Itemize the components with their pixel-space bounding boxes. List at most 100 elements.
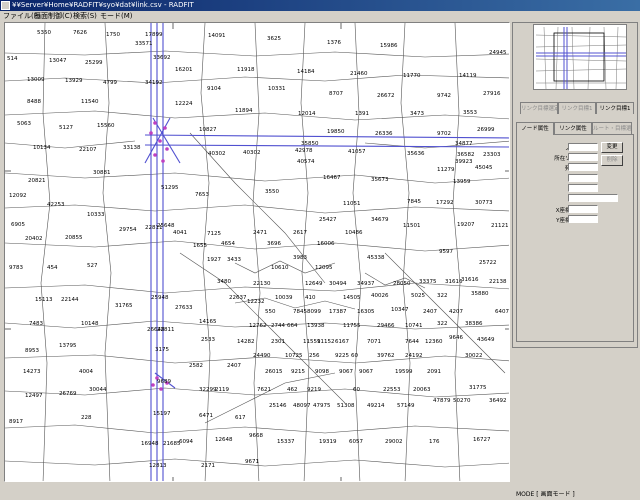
node-label[interactable]: 34679 <box>371 217 389 223</box>
node-label[interactable]: 14282 <box>237 339 255 345</box>
node-label[interactable]: 12497 <box>25 393 43 399</box>
node-label[interactable]: 12014 <box>298 111 316 117</box>
node-label[interactable]: 1927 <box>207 257 221 263</box>
node-label[interactable]: 2744 <box>271 323 285 329</box>
node-label[interactable]: 10347 <box>391 307 409 313</box>
node-label[interactable]: 26999 <box>477 127 495 133</box>
node-label[interactable]: 39762 <box>377 353 395 359</box>
x-offset-input[interactable] <box>568 205 598 213</box>
menu-view-control[interactable]: 画面制御(C) <box>34 11 72 21</box>
node-label[interactable]: 12360 <box>425 339 443 345</box>
node-label[interactable]: 410 <box>305 295 316 301</box>
node-label[interactable]: 6167 <box>335 339 349 345</box>
node-label[interactable]: 30773 <box>475 200 493 206</box>
tab-link-attributes[interactable]: リンク属性 <box>554 122 592 134</box>
node-label[interactable]: 24490 <box>253 353 271 359</box>
node-label[interactable]: 57149 <box>397 403 415 409</box>
node-label[interactable]: 1655 <box>193 243 207 249</box>
node-label[interactable]: 35636 <box>407 151 425 157</box>
node-label[interactable]: 12762 <box>249 323 267 329</box>
node-label[interactable]: 9225 <box>335 353 349 359</box>
node-label[interactable]: 11051 <box>343 201 361 207</box>
node-label[interactable]: 20821 <box>28 178 46 184</box>
node-name-input[interactable] <box>568 194 618 202</box>
node-label[interactable]: 9646 <box>449 335 463 341</box>
location-zone-input[interactable] <box>568 153 598 161</box>
node-label[interactable]: 60 <box>351 353 358 359</box>
node-label[interactable]: 11755 <box>343 323 361 329</box>
node-label[interactable]: 11918 <box>237 67 255 73</box>
node-label[interactable]: 51295 <box>161 185 179 191</box>
node-label[interactable]: 26015 <box>265 369 283 375</box>
node-label[interactable]: 43649 <box>477 337 495 343</box>
node-label[interactable]: 51308 <box>337 403 355 409</box>
node-label[interactable]: 45045 <box>475 165 493 171</box>
node-label[interactable]: 17292 <box>436 200 454 206</box>
node-label[interactable]: 23303 <box>483 152 501 158</box>
node-label[interactable]: 8917 <box>9 419 23 425</box>
node-label[interactable]: 9671 <box>245 459 259 465</box>
node-label[interactable]: 17387 <box>329 309 347 315</box>
node-label[interactable]: 39923 <box>455 159 473 165</box>
node-label[interactable]: 9702 <box>437 131 451 137</box>
node-label[interactable]: 36492 <box>489 398 507 404</box>
tab-link-target-1b[interactable]: リンク目標1 <box>596 102 634 114</box>
node-label[interactable]: 4004 <box>79 369 93 375</box>
node-label[interactable]: 10039 <box>275 295 293 301</box>
node-label[interactable]: 30494 <box>329 281 347 287</box>
node-label[interactable]: 50270 <box>453 398 471 404</box>
node-label[interactable]: 33138 <box>123 145 141 151</box>
node-label[interactable]: 27916 <box>483 91 501 97</box>
node-label[interactable]: 30022 <box>465 353 483 359</box>
node-label[interactable]: 1750 <box>106 32 120 38</box>
node-label[interactable]: 42978 <box>295 148 313 154</box>
node-label[interactable]: 14091 <box>208 33 226 39</box>
node-label[interactable]: 7071 <box>367 339 381 345</box>
node-label[interactable]: 8953 <box>25 348 39 354</box>
node-label[interactable]: 7644 <box>405 339 419 345</box>
node-label[interactable]: 25427 <box>319 217 337 223</box>
node-label[interactable]: 22130 <box>253 281 271 287</box>
node-label[interactable]: 14184 <box>297 69 315 75</box>
node-label[interactable]: 11279 <box>437 167 455 173</box>
node-label[interactable]: 7626 <box>73 30 87 36</box>
node-label[interactable]: 2407 <box>227 363 241 369</box>
node-label[interactable]: 16467 <box>323 175 341 181</box>
node-label[interactable]: 550 <box>265 309 276 315</box>
node-label[interactable]: 19319 <box>319 439 337 445</box>
node-label[interactable]: 31765 <box>115 303 133 309</box>
node-label[interactable]: 454 <box>47 265 58 271</box>
node-label[interactable]: 29002 <box>385 439 403 445</box>
node-label[interactable]: 2171 <box>201 463 215 469</box>
node-label[interactable]: 6057 <box>349 439 363 445</box>
node-label[interactable]: 15986 <box>380 43 398 49</box>
node-label[interactable]: 8488 <box>27 99 41 105</box>
node-label[interactable]: 2407 <box>423 309 437 315</box>
node-label[interactable]: 527 <box>87 263 98 269</box>
node-code-input[interactable] <box>568 143 598 151</box>
node-label[interactable]: 21460 <box>350 71 368 77</box>
node-label[interactable]: 25299 <box>85 60 103 66</box>
node-label[interactable]: 36582 <box>457 152 475 158</box>
node-label[interactable]: 40574 <box>297 159 315 165</box>
node-label[interactable]: 322 <box>437 321 448 327</box>
node-label[interactable]: 7483 <box>29 321 43 327</box>
node-label[interactable]: 19850 <box>327 129 345 135</box>
node-label[interactable]: 7621 <box>257 387 271 393</box>
node-label[interactable]: 322 <box>437 293 448 299</box>
node-label[interactable]: 32299 <box>199 387 217 393</box>
menu-search[interactable]: 検索(S) <box>73 11 97 21</box>
node-label[interactable]: 13929 <box>65 78 83 84</box>
node-label[interactable]: 9219 <box>307 387 321 393</box>
node-label[interactable]: 40302 <box>243 150 261 156</box>
node-label[interactable]: 3625 <box>267 36 281 42</box>
node-label[interactable]: 12649 <box>305 281 323 287</box>
node-label[interactable]: 514 <box>7 56 18 62</box>
node-label[interactable]: 5063 <box>17 121 31 127</box>
node-label[interactable]: 3553 <box>463 110 477 116</box>
node-label[interactable]: 20855 <box>65 235 83 241</box>
node-label[interactable]: 15197 <box>153 411 171 417</box>
node-label[interactable]: 1376 <box>327 40 341 46</box>
node-label[interactable]: 14119 <box>459 73 477 79</box>
node-label[interactable]: 22144 <box>61 297 79 303</box>
